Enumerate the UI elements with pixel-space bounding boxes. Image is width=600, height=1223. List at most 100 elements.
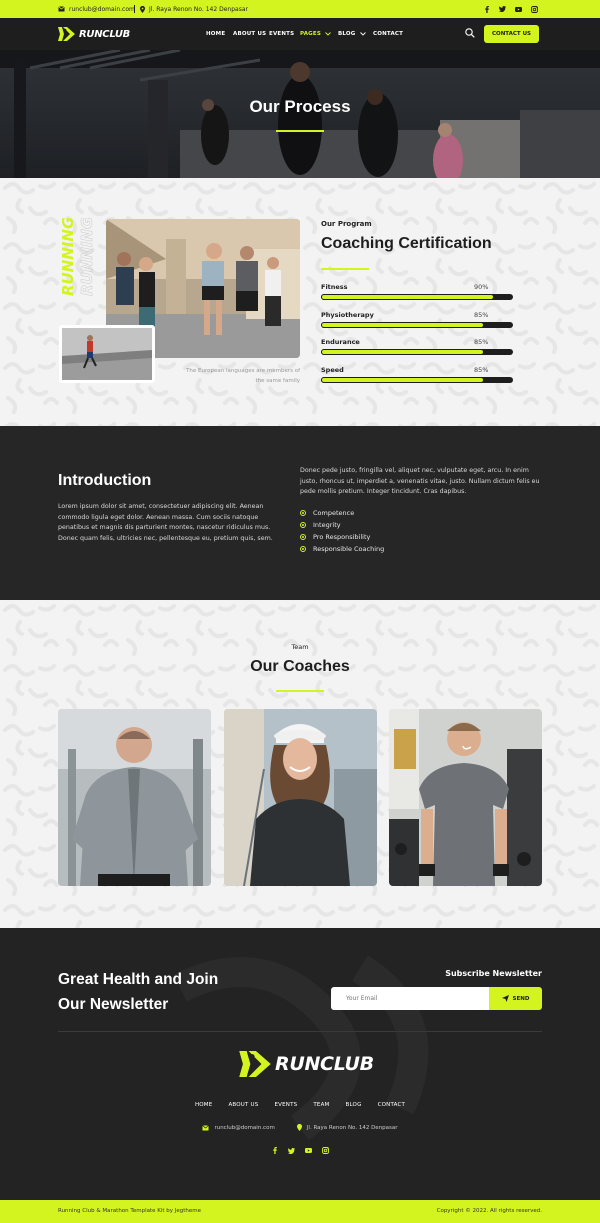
skill-bar [321,349,513,355]
list-item: Competence [300,507,384,519]
intro-title: Introduction [58,472,152,489]
skill-bar-fill [321,294,494,300]
footer-nav: HOME ABOUT US EVENTS TEAM BLOG CONTACT [0,1102,600,1108]
instagram-icon[interactable] [531,5,538,13]
newsletter-email-input[interactable] [331,987,489,1010]
coach-photo [58,709,211,886]
youtube-icon[interactable] [305,1147,312,1154]
skill-label: Endurance [321,338,360,346]
newsletter-title-line2: Our Newsletter [58,996,169,1013]
program-section [0,178,600,426]
skill-percent: 85% [474,311,489,319]
footer-email-text: runclub@domain.com [214,1124,275,1131]
brand-name: RUNCLUB [79,28,130,40]
footer-address-text: Jl. Raya Renon No. 142 Denpasar [306,1124,398,1131]
check-circle-icon [300,534,306,540]
nav-blog-label: BLOG [338,31,356,37]
intro-left-text: Lorem ipsum dolor sit amet, consectetuer… [58,503,273,542]
running-word: RUNNING [59,218,77,296]
skill-label: Physiotherapy [321,311,374,319]
page-title: Our Process [249,97,351,116]
footer-nav-events[interactable]: EVENTS [274,1102,297,1108]
nav-pages[interactable]: PAGES [300,31,338,37]
newsletter-title: Great Health and Join Our Newsletter [58,967,258,1017]
nav-contact[interactable]: CONTACT [373,31,403,37]
footer-address: Jl. Raya Renon No. 142 Denpasar [296,1124,398,1131]
nav-blog[interactable]: BLOG [338,31,373,37]
map-pin-icon [140,5,145,13]
facebook-icon[interactable] [483,5,490,13]
send-button[interactable]: SEND [489,987,542,1010]
solo-runner-photo [59,325,155,383]
skill-bar [321,294,513,300]
skill-bar-fill [321,322,485,328]
brand-logo[interactable]: RUNCLUB [58,27,130,41]
newsletter-title-line1: Great Health and Join [58,971,219,988]
contact-us-button[interactable]: CONTACT US [484,25,539,43]
list-item: Pro Responsibility [300,531,384,543]
list-item-label: Responsible Coaching [313,545,385,553]
running-word-outline: RUNNING [78,218,96,296]
list-item-label: Competence [313,509,355,517]
footer-nav-blog[interactable]: BLOG [346,1102,362,1108]
search-icon[interactable] [465,28,475,38]
skill-bar [321,322,513,328]
footer-divider [58,1031,542,1032]
footer-logo[interactable]: RUNCLUB [239,1051,374,1077]
mail-icon [58,6,65,12]
twitter-icon[interactable] [499,6,506,13]
footer-nav-home[interactable]: HOME [195,1102,213,1108]
instagram-icon[interactable] [322,1147,329,1154]
program-subtitle: Our Program [321,220,372,228]
title-underline [276,130,324,132]
send-label: SEND [512,995,530,1002]
check-circle-icon [300,510,306,516]
footer-nav-team[interactable]: TEAM [313,1102,329,1108]
topbar-address: Jl. Raya Renon No. 142 Denpasar [140,0,248,18]
list-item: Integrity [300,519,384,531]
coach-card-1[interactable] [58,709,211,886]
credit-text: Running Club & Marathon Template Kit by … [58,1208,202,1214]
nav-events[interactable]: EVENTS [269,31,300,37]
coach-photo [389,709,542,886]
program-title: Coaching Certification [321,235,492,252]
topbar-address-text: Jl. Raya Renon No. 142 Denpasar [149,5,248,13]
copyright-text: Copyright © 2022. All rights reserved. [436,1208,542,1214]
list-item-label: Integrity [313,521,341,529]
footer-email[interactable]: runclub@domain.com [202,1124,275,1131]
topbar-email[interactable]: runclub@domain.com [58,0,135,18]
skill-percent: 85% [474,366,489,374]
twitter-icon[interactable] [288,1147,295,1154]
footer-nav-contact[interactable]: CONTACT [378,1102,405,1108]
skill-bar-fill [321,349,485,355]
chevron-down-icon [359,32,366,36]
footer-contact: runclub@domain.com Jl. Raya Renon No. 14… [0,1124,600,1131]
topbar-divider [134,5,135,13]
coaches-title: Our Coaches [250,658,350,675]
runner-logo-icon [239,1051,271,1077]
list-item: Responsible Coaching [300,543,384,555]
title-underline [321,268,369,270]
footer-nav-about[interactable]: ABOUT US [228,1102,258,1108]
checklist: Competence Integrity Pro Responsibility … [300,507,384,555]
copyright-bar: Running Club & Marathon Template Kit by … [0,1200,600,1223]
coach-card-2[interactable] [224,709,377,886]
nav-about[interactable]: ABOUT US [233,31,269,37]
youtube-icon[interactable] [515,6,522,13]
subscribe-label: Subscribe Newsletter [445,969,542,978]
skill-percent: 90% [474,283,489,291]
footer-social [0,1147,600,1154]
coach-card-3[interactable] [389,709,542,886]
nav-home[interactable]: HOME [206,31,233,37]
runner-logo-icon [58,27,75,41]
topbar-social [483,0,538,18]
check-circle-icon [300,522,306,528]
facebook-icon[interactable] [271,1147,278,1154]
main-nav: RUNCLUB HOME ABOUT US EVENTS PAGES BLOG … [0,18,600,50]
skill-percent: 85% [474,338,489,346]
list-item-label: Pro Responsibility [313,533,371,541]
nav-pages-label: PAGES [300,31,322,37]
mail-icon [202,1124,210,1130]
running-vertical-text: RUNNING RUNNING [56,218,100,298]
send-icon [501,995,509,1002]
